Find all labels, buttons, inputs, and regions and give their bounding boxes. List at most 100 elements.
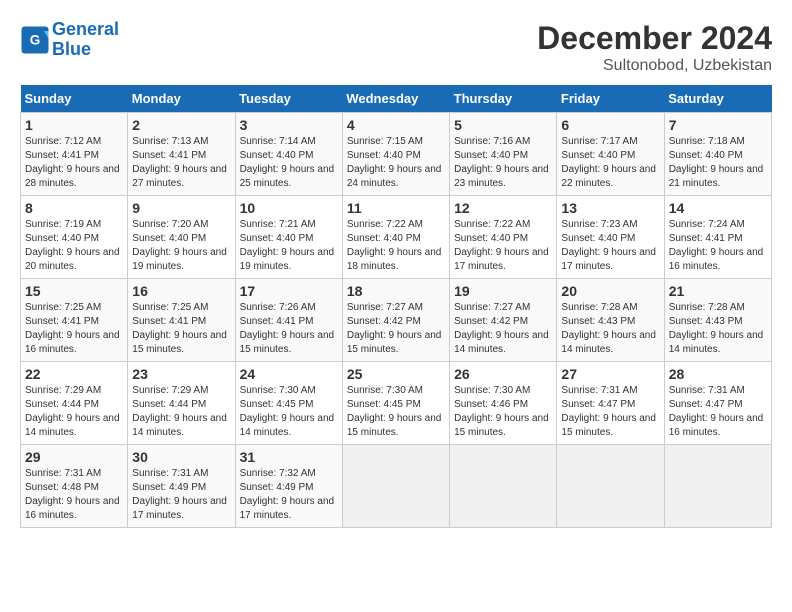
calendar-cell: 6 Sunrise: 7:17 AMSunset: 4:40 PMDayligh…	[557, 113, 664, 196]
day-number: 14	[669, 200, 767, 216]
header-monday: Monday	[128, 85, 235, 113]
day-info: Sunrise: 7:15 AMSunset: 4:40 PMDaylight:…	[347, 136, 442, 189]
day-number: 26	[454, 366, 552, 382]
day-info: Sunrise: 7:22 AMSunset: 4:40 PMDaylight:…	[347, 219, 442, 272]
day-number: 15	[25, 283, 123, 299]
day-info: Sunrise: 7:13 AMSunset: 4:41 PMDaylight:…	[132, 136, 227, 189]
day-info: Sunrise: 7:31 AMSunset: 4:47 PMDaylight:…	[669, 385, 764, 438]
calendar-cell: 17 Sunrise: 7:26 AMSunset: 4:41 PMDaylig…	[235, 279, 342, 362]
day-number: 2	[132, 117, 230, 133]
header-wednesday: Wednesday	[342, 85, 449, 113]
svg-text:G: G	[30, 32, 41, 47]
day-number: 9	[132, 200, 230, 216]
day-number: 24	[240, 366, 338, 382]
day-info: Sunrise: 7:21 AMSunset: 4:40 PMDaylight:…	[240, 219, 335, 272]
header-tuesday: Tuesday	[235, 85, 342, 113]
day-number: 12	[454, 200, 552, 216]
day-number: 20	[561, 283, 659, 299]
calendar-cell: 7 Sunrise: 7:18 AMSunset: 4:40 PMDayligh…	[664, 113, 771, 196]
calendar-cell: 4 Sunrise: 7:15 AMSunset: 4:40 PMDayligh…	[342, 113, 449, 196]
calendar-week-2: 8 Sunrise: 7:19 AMSunset: 4:40 PMDayligh…	[21, 196, 772, 279]
day-number: 17	[240, 283, 338, 299]
logo-text: General Blue	[52, 20, 119, 60]
calendar-cell: 19 Sunrise: 7:27 AMSunset: 4:42 PMDaylig…	[450, 279, 557, 362]
calendar-table: SundayMondayTuesdayWednesdayThursdayFrid…	[20, 85, 772, 528]
calendar-week-5: 29 Sunrise: 7:31 AMSunset: 4:48 PMDaylig…	[21, 445, 772, 528]
logo: G General Blue	[20, 20, 119, 60]
calendar-cell: 20 Sunrise: 7:28 AMSunset: 4:43 PMDaylig…	[557, 279, 664, 362]
calendar-cell: 22 Sunrise: 7:29 AMSunset: 4:44 PMDaylig…	[21, 362, 128, 445]
day-number: 18	[347, 283, 445, 299]
day-number: 7	[669, 117, 767, 133]
calendar-cell: 30 Sunrise: 7:31 AMSunset: 4:49 PMDaylig…	[128, 445, 235, 528]
day-info: Sunrise: 7:31 AMSunset: 4:48 PMDaylight:…	[25, 468, 120, 521]
day-info: Sunrise: 7:30 AMSunset: 4:45 PMDaylight:…	[240, 385, 335, 438]
calendar-cell: 2 Sunrise: 7:13 AMSunset: 4:41 PMDayligh…	[128, 113, 235, 196]
logo-icon: G	[20, 25, 50, 55]
day-info: Sunrise: 7:20 AMSunset: 4:40 PMDaylight:…	[132, 219, 227, 272]
day-info: Sunrise: 7:27 AMSunset: 4:42 PMDaylight:…	[454, 302, 549, 355]
calendar-cell: 14 Sunrise: 7:24 AMSunset: 4:41 PMDaylig…	[664, 196, 771, 279]
day-info: Sunrise: 7:25 AMSunset: 4:41 PMDaylight:…	[25, 302, 120, 355]
day-number: 27	[561, 366, 659, 382]
day-number: 29	[25, 449, 123, 465]
day-info: Sunrise: 7:31 AMSunset: 4:49 PMDaylight:…	[132, 468, 227, 521]
day-number: 22	[25, 366, 123, 382]
day-number: 31	[240, 449, 338, 465]
calendar-cell: 10 Sunrise: 7:21 AMSunset: 4:40 PMDaylig…	[235, 196, 342, 279]
day-info: Sunrise: 7:19 AMSunset: 4:40 PMDaylight:…	[25, 219, 120, 272]
calendar-cell: 29 Sunrise: 7:31 AMSunset: 4:48 PMDaylig…	[21, 445, 128, 528]
calendar-cell: 25 Sunrise: 7:30 AMSunset: 4:45 PMDaylig…	[342, 362, 449, 445]
day-number: 10	[240, 200, 338, 216]
calendar-cell: 15 Sunrise: 7:25 AMSunset: 4:41 PMDaylig…	[21, 279, 128, 362]
calendar-cell: 9 Sunrise: 7:20 AMSunset: 4:40 PMDayligh…	[128, 196, 235, 279]
day-info: Sunrise: 7:17 AMSunset: 4:40 PMDaylight:…	[561, 136, 656, 189]
day-number: 11	[347, 200, 445, 216]
calendar-cell: 28 Sunrise: 7:31 AMSunset: 4:47 PMDaylig…	[664, 362, 771, 445]
day-number: 25	[347, 366, 445, 382]
page-subtitle: Sultonobod, Uzbekistan	[537, 57, 772, 75]
day-info: Sunrise: 7:32 AMSunset: 4:49 PMDaylight:…	[240, 468, 335, 521]
page-header: G General Blue December 2024 Sultonobod,…	[20, 20, 772, 75]
calendar-cell: 11 Sunrise: 7:22 AMSunset: 4:40 PMDaylig…	[342, 196, 449, 279]
day-info: Sunrise: 7:30 AMSunset: 4:45 PMDaylight:…	[347, 385, 442, 438]
day-info: Sunrise: 7:12 AMSunset: 4:41 PMDaylight:…	[25, 136, 120, 189]
calendar-week-4: 22 Sunrise: 7:29 AMSunset: 4:44 PMDaylig…	[21, 362, 772, 445]
calendar-week-1: 1 Sunrise: 7:12 AMSunset: 4:41 PMDayligh…	[21, 113, 772, 196]
calendar-cell: 26 Sunrise: 7:30 AMSunset: 4:46 PMDaylig…	[450, 362, 557, 445]
day-info: Sunrise: 7:25 AMSunset: 4:41 PMDaylight:…	[132, 302, 227, 355]
logo-line1: General	[52, 19, 119, 39]
calendar-cell: 3 Sunrise: 7:14 AMSunset: 4:40 PMDayligh…	[235, 113, 342, 196]
header-saturday: Saturday	[664, 85, 771, 113]
header-sunday: Sunday	[21, 85, 128, 113]
day-info: Sunrise: 7:23 AMSunset: 4:40 PMDaylight:…	[561, 219, 656, 272]
calendar-cell: 21 Sunrise: 7:28 AMSunset: 4:43 PMDaylig…	[664, 279, 771, 362]
day-number: 30	[132, 449, 230, 465]
day-number: 5	[454, 117, 552, 133]
day-info: Sunrise: 7:30 AMSunset: 4:46 PMDaylight:…	[454, 385, 549, 438]
day-number: 16	[132, 283, 230, 299]
calendar-cell	[342, 445, 449, 528]
day-info: Sunrise: 7:16 AMSunset: 4:40 PMDaylight:…	[454, 136, 549, 189]
header-thursday: Thursday	[450, 85, 557, 113]
calendar-cell: 8 Sunrise: 7:19 AMSunset: 4:40 PMDayligh…	[21, 196, 128, 279]
day-number: 28	[669, 366, 767, 382]
day-info: Sunrise: 7:14 AMSunset: 4:40 PMDaylight:…	[240, 136, 335, 189]
day-number: 3	[240, 117, 338, 133]
day-info: Sunrise: 7:28 AMSunset: 4:43 PMDaylight:…	[561, 302, 656, 355]
calendar-header-row: SundayMondayTuesdayWednesdayThursdayFrid…	[21, 85, 772, 113]
day-info: Sunrise: 7:28 AMSunset: 4:43 PMDaylight:…	[669, 302, 764, 355]
calendar-cell: 12 Sunrise: 7:22 AMSunset: 4:40 PMDaylig…	[450, 196, 557, 279]
day-info: Sunrise: 7:29 AMSunset: 4:44 PMDaylight:…	[132, 385, 227, 438]
page-title: December 2024	[537, 20, 772, 57]
day-number: 23	[132, 366, 230, 382]
day-info: Sunrise: 7:27 AMSunset: 4:42 PMDaylight:…	[347, 302, 442, 355]
day-number: 21	[669, 283, 767, 299]
calendar-cell: 24 Sunrise: 7:30 AMSunset: 4:45 PMDaylig…	[235, 362, 342, 445]
calendar-week-3: 15 Sunrise: 7:25 AMSunset: 4:41 PMDaylig…	[21, 279, 772, 362]
calendar-cell: 31 Sunrise: 7:32 AMSunset: 4:49 PMDaylig…	[235, 445, 342, 528]
day-number: 13	[561, 200, 659, 216]
calendar-cell	[450, 445, 557, 528]
day-number: 4	[347, 117, 445, 133]
calendar-cell: 23 Sunrise: 7:29 AMSunset: 4:44 PMDaylig…	[128, 362, 235, 445]
